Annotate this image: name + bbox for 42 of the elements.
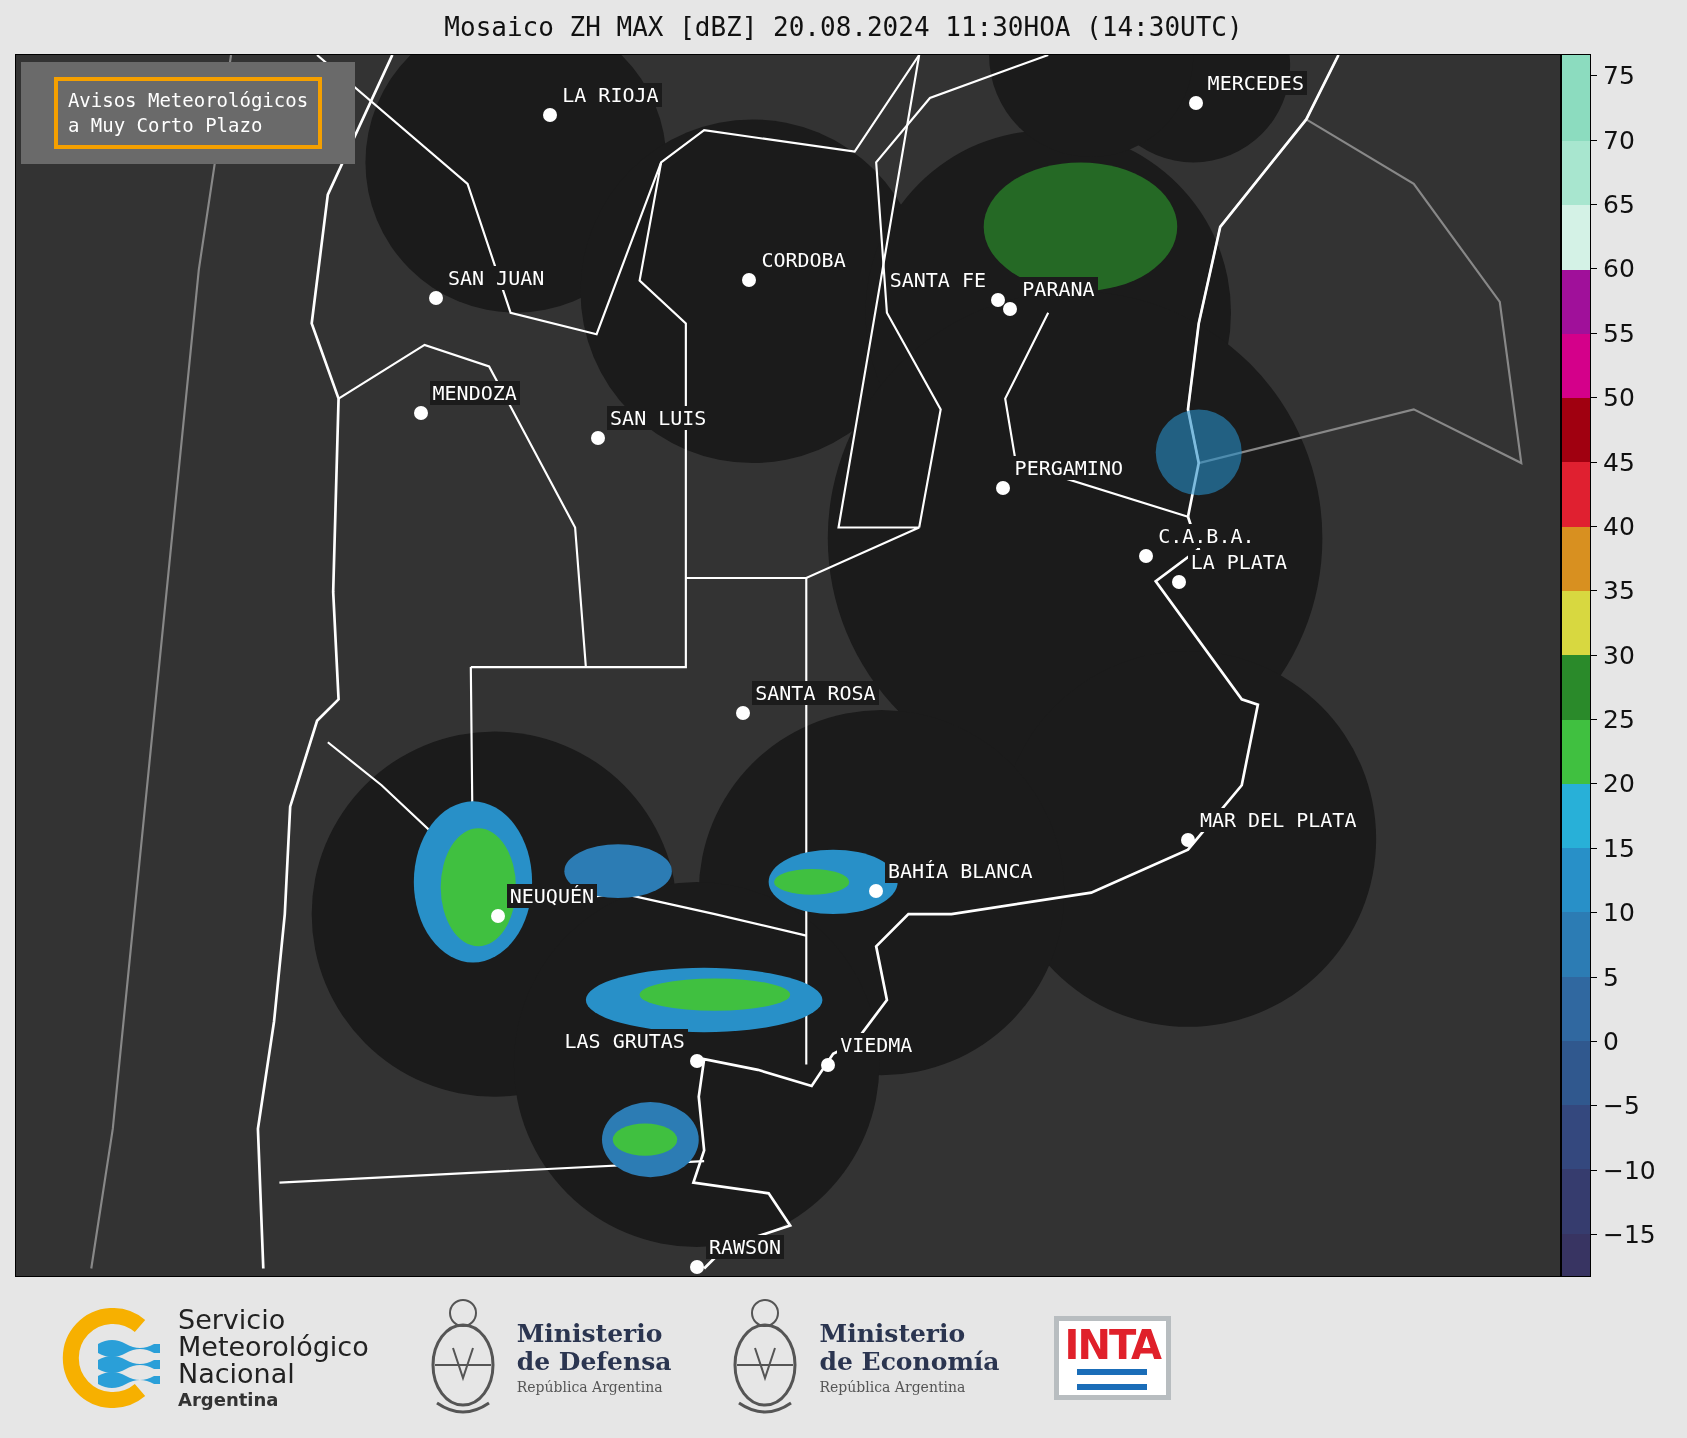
warning-link[interactable]: Avisos Meteorológicos a Muy Corto Plazo <box>53 77 323 149</box>
logo-text: Servicio <box>178 1305 286 1333</box>
logo-text: de Defensa <box>516 1347 672 1375</box>
colorbar-tick-label: −5 <box>1603 1093 1640 1119</box>
colorbar-tick-label: 65 <box>1603 192 1635 218</box>
colorbar-tick-label: −15 <box>1603 1222 1656 1247</box>
city-marker-icon <box>689 1260 704 1275</box>
colorbar-tick-label: 40 <box>1603 513 1635 539</box>
map-title: Mosaico ZH MAX [dBZ] 20.08.2024 11:30HOA (14:30UTC) <box>444 11 1243 44</box>
logo-subtitle: República Argentina <box>819 1379 967 1395</box>
colorbar-tick-label: 55 <box>1603 320 1635 346</box>
stripes-icon <box>1077 1368 1148 1391</box>
logo-text: de Economía <box>819 1347 1000 1375</box>
colorbar-tick-label: 15 <box>1603 835 1635 861</box>
city-marker-icon <box>591 431 606 446</box>
logo-text: Ministerio <box>819 1320 967 1348</box>
logo-text: INTA <box>1064 1324 1161 1365</box>
logo-text: Nacional <box>178 1359 295 1387</box>
logo-text: Ministerio <box>516 1320 664 1348</box>
city-label: MENDOZA <box>429 380 520 405</box>
colorbar-tick-label: 45 <box>1603 449 1635 475</box>
colorbar-tick-label: 25 <box>1603 707 1635 733</box>
city-marker-icon <box>428 290 443 305</box>
colorbar-tick-label: 30 <box>1603 642 1635 668</box>
colorbar-tick-label: 20 <box>1603 771 1635 797</box>
colorbar-tick-label: 35 <box>1603 578 1635 604</box>
logo-subtitle: Argentina <box>178 1388 280 1410</box>
logo-subtitle: República Argentina <box>516 1379 664 1395</box>
colorbar-tick-label: 60 <box>1603 256 1635 282</box>
colorbar-tick-label: 10 <box>1603 900 1635 926</box>
colorbar-tick-label: 70 <box>1603 127 1635 153</box>
colorbar-tick-label: 75 <box>1603 63 1635 89</box>
city-label: BAHÍA BLANCA <box>885 859 1036 884</box>
logo-text: Meteorológico <box>178 1332 369 1360</box>
colorbar-tick-label: 0 <box>1603 1028 1619 1054</box>
city-marker-icon <box>736 706 751 721</box>
city-label: SANTA ROSA <box>752 681 879 706</box>
colorbar-tick-label: 5 <box>1603 964 1619 990</box>
city-marker-icon <box>413 405 428 420</box>
city-label: RAWSON <box>705 1235 785 1260</box>
colorbar-tick-label: −10 <box>1603 1157 1656 1183</box>
colorbar-tick-label: 50 <box>1603 385 1635 411</box>
